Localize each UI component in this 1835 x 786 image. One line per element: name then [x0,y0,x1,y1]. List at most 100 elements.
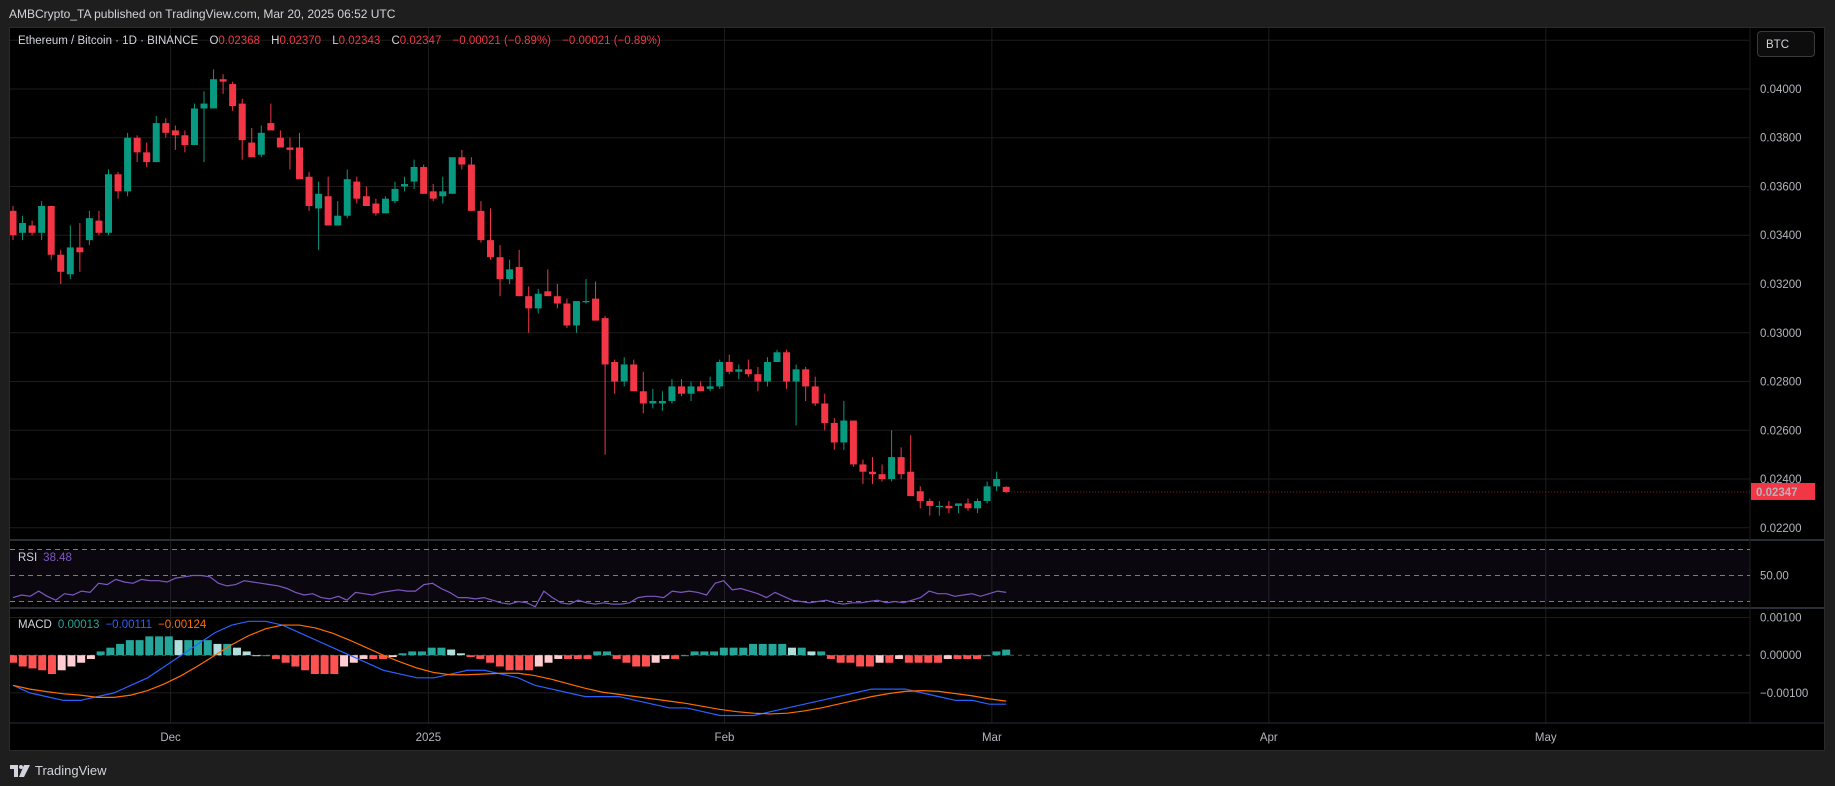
candle-body[interactable] [1002,486,1010,492]
candle-body[interactable] [190,108,198,146]
candle-body[interactable] [362,196,370,206]
candle-body[interactable] [19,223,27,233]
candle-body[interactable] [38,205,46,233]
candle-body[interactable] [706,386,714,389]
candle-body[interactable] [849,420,857,465]
candle-body[interactable] [66,247,74,275]
candle-body[interactable] [152,123,160,163]
candle-body[interactable] [916,491,924,501]
candle-body[interactable] [620,364,628,382]
candle-body[interactable] [410,166,418,182]
candle-body[interactable] [964,503,972,509]
candle-body[interactable] [649,401,657,404]
candle-body[interactable] [286,147,294,150]
candle-body[interactable] [678,386,685,394]
candle-body[interactable] [744,369,752,375]
candle-body[interactable] [353,181,361,199]
candle-body[interactable] [305,176,313,206]
candle-body[interactable] [477,210,485,241]
candle-body[interactable] [945,505,953,509]
candle-body[interactable] [276,137,284,148]
candle-body[interactable] [324,196,332,226]
candle-body[interactable] [592,298,600,321]
candle-body[interactable] [572,301,580,326]
candle-body[interactable] [534,293,542,309]
candle-body[interactable] [487,240,494,258]
candle-body[interactable] [811,386,819,404]
candle-body[interactable] [763,362,771,382]
candle-body[interactable] [296,147,303,180]
candle-body[interactable] [439,191,447,197]
candle-body[interactable] [926,500,934,506]
candle-body[interactable] [458,157,466,165]
candle-body[interactable] [219,79,227,82]
candle-body[interactable] [10,210,17,236]
tradingview-logo[interactable]: TradingView [10,763,107,778]
candle-body[interactable] [429,191,437,199]
candle-body[interactable] [859,464,867,472]
candle-body[interactable] [114,174,122,192]
candle-body[interactable] [716,362,724,387]
candle-body[interactable] [496,257,504,280]
candle-body[interactable] [334,215,342,226]
candle-body[interactable] [802,369,810,387]
candle-body[interactable] [888,457,896,480]
candle-body[interactable] [754,374,762,382]
candle-body[interactable] [630,364,638,392]
candle-body[interactable] [525,296,533,309]
candle-body[interactable] [229,84,237,107]
candle-body[interactable] [248,142,256,158]
candle-body[interactable] [391,188,399,202]
candle-body[interactable] [47,205,55,255]
candle-body[interactable] [467,164,475,211]
candle-body[interactable] [210,79,218,109]
candle-body[interactable] [869,471,876,475]
candle-body[interactable] [935,505,943,508]
candle-body[interactable] [401,184,409,187]
candle-body[interactable] [601,318,609,365]
candle-body[interactable] [57,254,65,272]
candle-body[interactable] [563,303,571,326]
chart-canvas[interactable]: Dec2025FebMarAprMay0.042000.040000.03800… [10,28,1824,750]
candle-body[interactable] [658,401,666,404]
candle-body[interactable] [840,420,848,443]
candle-body[interactable] [582,301,590,303]
candle-body[interactable] [783,352,791,382]
candle-body[interactable] [773,352,781,363]
candle-body[interactable] [420,166,428,194]
candle-body[interactable] [821,403,829,423]
candle-body[interactable] [315,193,323,209]
candle-body[interactable] [611,362,619,382]
candle-body[interactable] [181,135,189,146]
candle-body[interactable] [267,123,275,131]
candle-body[interactable] [105,174,112,233]
candle-body[interactable] [907,471,915,497]
candle-body[interactable] [974,500,982,509]
candle-body[interactable] [171,130,179,136]
candle-body[interactable] [143,152,151,163]
candle-body[interactable] [897,457,905,475]
candle-body[interactable] [725,362,733,372]
candle-body[interactable] [95,220,103,233]
candle-body[interactable] [448,157,456,194]
candle-body[interactable] [76,247,84,253]
candle-body[interactable] [983,486,991,501]
candle-body[interactable] [200,103,208,109]
candle-body[interactable] [343,179,351,216]
candle-body[interactable] [85,218,93,241]
chart-frame[interactable]: Dec2025FebMarAprMay0.042000.040000.03800… [9,27,1825,751]
candle-body[interactable] [257,132,265,155]
candle-body[interactable] [133,137,141,153]
candle-body[interactable] [506,269,514,280]
candle-body[interactable] [381,198,389,214]
candle-body[interactable] [238,103,246,141]
candle-body[interactable] [954,503,962,506]
candle-body[interactable] [993,479,1001,487]
candle-body[interactable] [544,291,552,297]
candle-body[interactable] [830,422,838,443]
candle-body[interactable] [878,474,886,480]
currency-button[interactable]: BTC [1757,31,1815,57]
candle-body[interactable] [687,386,695,394]
candle-body[interactable] [515,266,523,297]
candle-body[interactable] [124,137,132,192]
